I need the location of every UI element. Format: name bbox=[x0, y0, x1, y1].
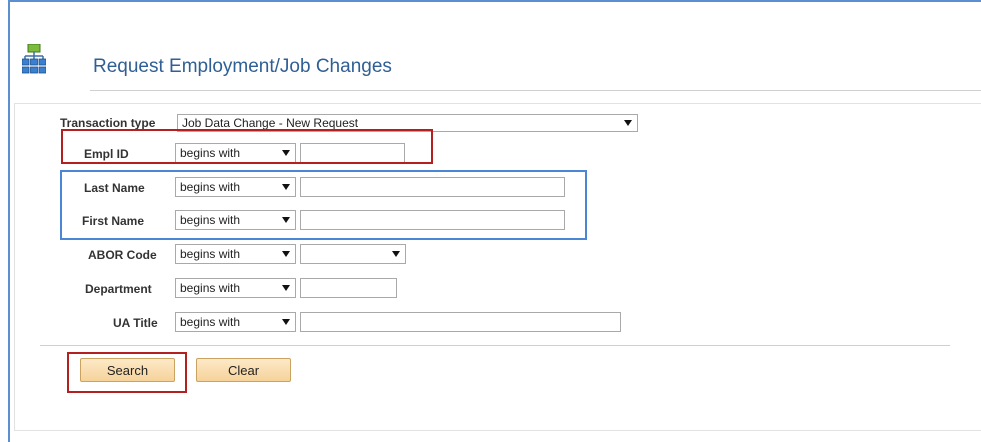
abor-code-operator-value: begins with bbox=[180, 247, 241, 261]
dropdown-arrow-icon bbox=[282, 285, 290, 291]
dropdown-arrow-icon bbox=[392, 251, 400, 257]
abor-code-label: ABOR Code bbox=[88, 248, 157, 262]
dropdown-arrow-icon bbox=[282, 319, 290, 325]
department-operator-select[interactable]: begins with bbox=[175, 278, 296, 298]
page-title: Request Employment/Job Changes bbox=[93, 56, 392, 77]
search-button-highlight-box bbox=[67, 352, 187, 393]
department-label: Department bbox=[85, 282, 152, 296]
abor-code-value-select[interactable] bbox=[300, 244, 406, 264]
form-separator bbox=[40, 345, 950, 346]
department-operator-value: begins with bbox=[180, 281, 241, 295]
ua-title-operator-value: begins with bbox=[180, 315, 241, 329]
org-chart-icon bbox=[22, 44, 46, 74]
dropdown-arrow-icon bbox=[624, 120, 632, 126]
transaction-type-label: Transaction type bbox=[60, 116, 156, 130]
title-divider bbox=[90, 90, 981, 91]
ua-title-operator-select[interactable]: begins with bbox=[175, 312, 296, 332]
abor-code-operator-select[interactable]: begins with bbox=[175, 244, 296, 264]
empl-id-highlight-box bbox=[61, 129, 433, 164]
dropdown-arrow-icon bbox=[282, 251, 290, 257]
name-fields-highlight-box bbox=[60, 170, 587, 240]
department-input[interactable] bbox=[300, 278, 397, 298]
ua-title-input[interactable] bbox=[300, 312, 621, 332]
ua-title-label: UA Title bbox=[113, 316, 158, 330]
clear-button[interactable]: Clear bbox=[196, 358, 291, 382]
